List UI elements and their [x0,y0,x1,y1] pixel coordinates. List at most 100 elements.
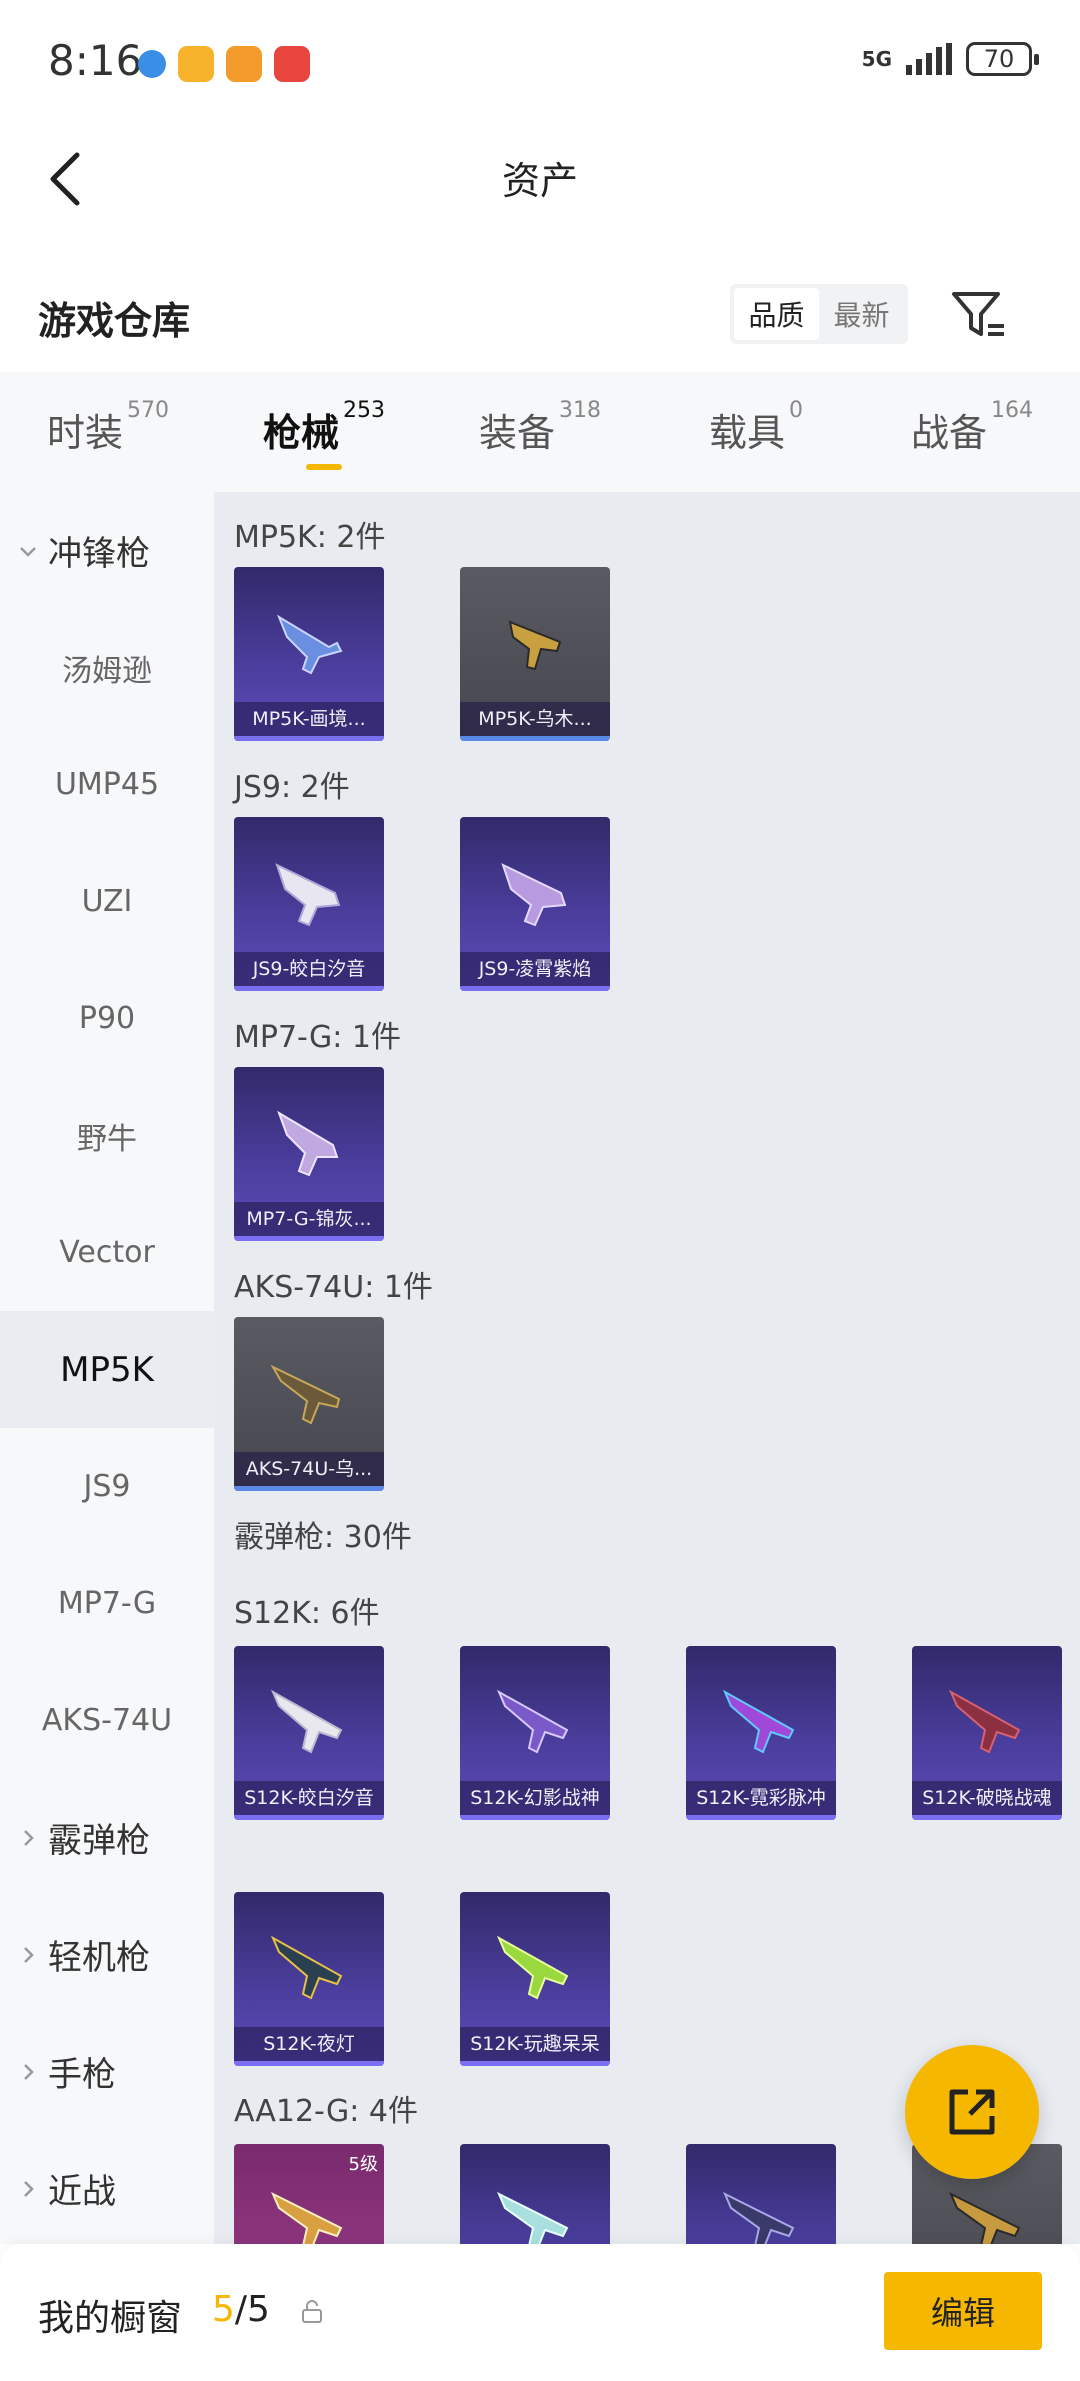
battery-icon: 70 [966,42,1039,76]
filter-button[interactable] [948,286,1008,346]
sidebar-group-shotgun[interactable]: 霰弹枪 [0,1779,214,1896]
item-name: MP5K-乌木... [460,702,610,736]
tab-label: 枪械 [262,411,339,455]
item-card[interactable]: S12K-玩趣呆呆 [460,1892,610,2066]
item-name: S12K-夜灯 [234,2027,384,2061]
item-name: S12K-幻影战神 [460,1781,610,1815]
tab-vehicles[interactable]: 载具 0 [648,372,864,492]
tab-gear[interactable]: 战备 164 [864,372,1080,492]
tab-guns[interactable]: 枪械 253 [216,372,432,492]
item-name: JS9-皎白汐音 [234,952,384,986]
tab-fashion[interactable]: 时装 570 [0,372,216,492]
item-card[interactable] [686,2144,836,2244]
sidebar-item-aks74u[interactable]: AKS-74U [0,1662,214,1779]
item-card[interactable]: S12K-破晓战魂 [912,1646,1062,1820]
item-card[interactable]: MP5K-画境... [234,567,384,741]
section-label: JS9: 2件 [234,770,350,805]
shotgun-icon [496,1935,569,2000]
sidebar-item-p90[interactable]: P90 [0,960,214,1077]
sidebar-item-ump45[interactable]: UMP45 [0,726,214,843]
item-card[interactable]: MP5K-乌木... [460,567,610,741]
chevron-right-icon [24,2063,34,2080]
item-card[interactable]: S12K-皎白汐音 [234,1646,384,1820]
sidebar-item-bizon[interactable]: 野牛 [0,1077,214,1194]
sidebar-item-thompson[interactable]: 汤姆逊 [0,609,214,726]
tab-count: 0 [789,398,803,423]
section-label: AKS-74U: 1件 [234,1270,433,1305]
sidebar-item-uzi[interactable]: UZI [0,843,214,960]
section-label: S12K: 6件 [234,1596,380,1631]
item-name: S12K-破晓战魂 [912,1781,1062,1815]
lock-icon [302,2300,322,2323]
sidebar-group-pistol[interactable]: 手枪 [0,2013,214,2130]
item-card[interactable]: JS9-凌霄紫焰 [460,817,610,991]
item-card[interactable]: S12K-夜灯 [234,1892,384,2066]
section-label: 霰弹枪: 30件 [234,1520,412,1555]
smg-icon [508,620,562,671]
item-grid: MP5K: 2件 MP5K-画境... MP5K-乌木... JS9: 2件 J… [214,492,1080,2244]
sidebar: 冲锋枪 汤姆逊 UMP45 UZI P90 野牛 Vector MP5K JS9… [0,492,214,2244]
sidebar-group-lmg[interactable]: 轻机枪 [0,1896,214,2013]
sidebar-group-melee[interactable]: 近战 [0,2130,214,2247]
signal-icon [906,43,952,75]
sidebar-group-label: 近战 [48,2172,116,2212]
smg-icon [501,863,567,927]
item-card[interactable]: MP7-G-锦灰... [234,1067,384,1241]
item-card[interactable]: AKS-74U-乌... [234,1317,384,1491]
sidebar-item-mp5k[interactable]: MP5K [0,1311,214,1428]
share-button[interactable] [905,2045,1039,2179]
sort-quality-button[interactable]: 品质 [734,288,819,340]
sort-toggle: 品质 最新 [730,284,908,344]
chevron-right-icon [24,1946,34,1963]
item-name: S12K-皎白汐音 [234,1781,384,1815]
chevron-right-icon [24,1829,34,1846]
media-app-icon [274,46,310,82]
sidebar-group-smg[interactable]: 冲锋枪 [0,492,214,609]
edit-button[interactable]: 编辑 [884,2272,1042,2350]
sidebar-item-vector[interactable]: Vector [0,1194,214,1311]
item-card[interactable]: 5级 [234,2144,384,2244]
filter-icon [952,292,1004,336]
sidebar-item-js9[interactable]: JS9 [0,1428,214,1545]
item-card[interactable]: S12K-霓彩脉冲 [686,1646,836,1820]
share-icon [949,2089,995,2135]
sidebar-group-label: 冲锋枪 [48,534,150,574]
item-name: S12K-玩趣呆呆 [460,2027,610,2061]
status-bar: 8:16 5G 70 [0,0,1080,120]
browser-app-icon [138,50,166,78]
tab-count: 318 [559,398,601,423]
showcase-total: /5 [234,2289,270,2330]
item-card[interactable]: JS9-皎白汐音 [234,817,384,991]
tab-equipment[interactable]: 装备 318 [432,372,648,492]
item-card[interactable] [460,2144,610,2244]
category-tabs: 时装 570 枪械 253 装备 318 载具 0 战备 164 [0,372,1080,492]
shotgun-icon [722,1689,795,1754]
video-app-icon [226,46,262,82]
nav-header: 资产 [0,120,1080,240]
item-name: MP5K-画境... [234,702,384,736]
smg-icon [276,614,343,675]
item-card[interactable]: S12K-幻影战神 [460,1646,610,1820]
bottom-bar: 我的橱窗 5/5 编辑 [0,2244,1080,2381]
notification-icons [138,46,310,82]
shotgun-icon [270,1935,343,2000]
tab-count: 164 [991,398,1033,423]
rifle-icon [270,1364,341,1425]
sidebar-item-mp7g[interactable]: MP7-G [0,1545,214,1662]
sidebar-group-label: 手枪 [48,2055,116,2095]
showcase-current: 5 [212,2289,235,2330]
tab-label: 装备 [478,411,555,455]
shotgun-icon [270,1689,343,1754]
smg-icon [275,863,341,927]
chevron-right-icon [24,2180,34,2197]
tab-label: 时装 [46,411,123,455]
network-label: 5G [861,47,892,71]
item-name: JS9-凌霄紫焰 [460,952,610,986]
sidebar-group-label: 轻机枪 [48,1938,150,1978]
chat-app-icon [178,46,214,82]
tab-count: 570 [127,398,169,423]
warehouse-header: 游戏仓库 品质 最新 [0,260,1080,370]
sort-newest-button[interactable]: 最新 [819,288,904,340]
status-time: 8:16 [48,36,143,85]
shotgun-icon [723,2191,795,2244]
